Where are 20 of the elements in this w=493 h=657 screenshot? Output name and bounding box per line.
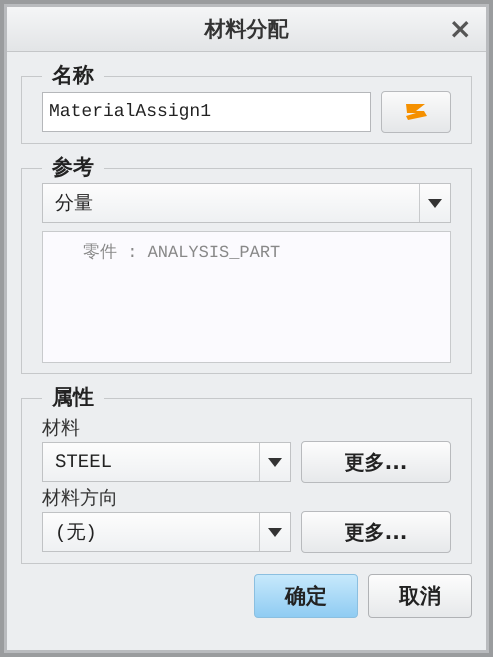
field-label: 材料 (42, 416, 81, 441)
window-title: 材料分配 (204, 16, 288, 43)
group-label: 参考 (52, 154, 94, 180)
dropdown-arrow-icon (268, 458, 282, 466)
selection-arrow-icon (403, 102, 429, 122)
material-dropdown[interactable]: STEEL (42, 442, 291, 482)
name-field[interactable]: MaterialAssign1 (42, 92, 371, 132)
reference-dropdown[interactable]: 分量 (42, 183, 451, 223)
field-label: 材料方向 (42, 486, 119, 511)
ok-button[interactable]: 确定 (254, 574, 358, 618)
select-button[interactable] (381, 91, 451, 133)
more-button[interactable]: 更多... (301, 511, 451, 553)
cancel-button[interactable]: 取消 (368, 574, 472, 618)
group-label: 属性 (52, 384, 94, 410)
group-label: 名称 (52, 62, 94, 88)
dropdown-arrow-icon (268, 528, 282, 536)
dropdown-arrow-icon (428, 198, 442, 208)
close-button[interactable]: × (444, 15, 476, 43)
more-button[interactable]: 更多... (301, 441, 451, 483)
material-dropdown[interactable]: (无) (42, 512, 291, 552)
